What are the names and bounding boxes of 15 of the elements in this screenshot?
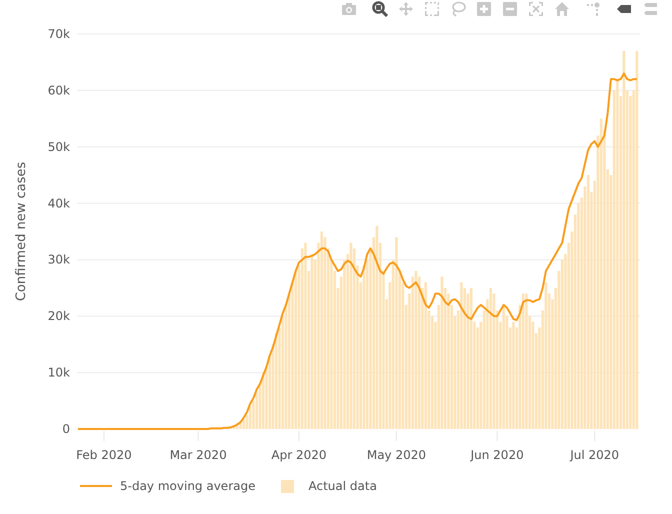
tick-label: 40k	[48, 196, 70, 210]
tick-label: 60k	[48, 83, 70, 98]
tick-label: 30k	[48, 252, 70, 267]
tick-label: Jul 2020	[570, 448, 620, 462]
tick-label: Feb 2020	[76, 448, 132, 462]
tick-label: 20k	[48, 309, 70, 324]
tick-label: 50k	[48, 140, 70, 154]
tick-label: Jun 2020	[470, 448, 524, 462]
tick-label: Mar 2020	[170, 448, 227, 462]
axis-title: Confirmed new cases	[14, 162, 29, 302]
tick-label: 70k	[48, 27, 70, 41]
tick-label: Apr 2020	[271, 448, 327, 462]
tick-label: May 2020	[366, 448, 426, 462]
tick-label: 10k	[48, 366, 70, 380]
tick-label: 0	[62, 422, 70, 436]
